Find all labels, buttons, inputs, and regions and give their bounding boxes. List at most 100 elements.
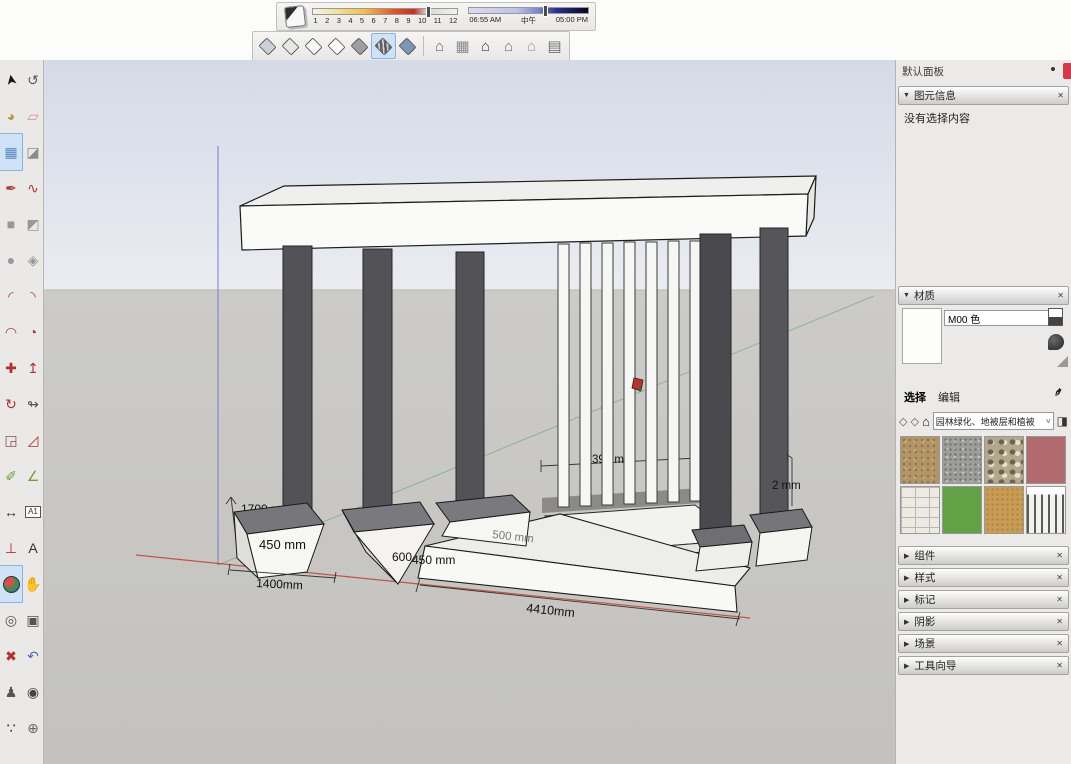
back-view-button[interactable]: ⌂ <box>520 34 543 58</box>
push-pull-tool[interactable]: ↥ <box>22 350 44 386</box>
protractor-tool[interactable]: ∠ <box>22 458 44 494</box>
section-shadows-close-icon[interactable]: ✕ <box>1056 617 1063 626</box>
paint-bucket-tool[interactable]: ◕ <box>0 98 22 134</box>
zoom-tool[interactable]: ◎ <box>0 602 22 638</box>
circle-tool[interactable]: ● <box>0 242 22 278</box>
tray-close-button[interactable] <box>1063 63 1071 79</box>
position-camera-tool[interactable]: ♟ <box>0 674 22 710</box>
nav-forward-icon[interactable]: ◇ <box>910 415 918 428</box>
section-plane-tool[interactable]: ⊕ <box>22 710 44 746</box>
front-view-button[interactable]: ⌂ <box>474 34 497 58</box>
footing-col4[interactable] <box>692 525 752 571</box>
details-arrow[interactable] <box>1057 356 1068 367</box>
time-gradient-strip[interactable] <box>468 7 589 14</box>
rectangle-tool[interactable]: ■ <box>0 206 22 242</box>
material-category-dropdown[interactable]: 园林绿化、地被层和植被 ˅ <box>933 412 1054 430</box>
pie-tool[interactable]: ◔ <box>22 314 44 350</box>
eraser-tool[interactable]: ▱ <box>22 98 44 134</box>
tray-pin-icon[interactable] <box>1051 67 1055 71</box>
section-styles-close-icon[interactable]: ✕ <box>1056 573 1063 582</box>
material-ochre[interactable] <box>984 486 1024 534</box>
zoom-window-tool[interactable]: ▣ <box>22 602 44 638</box>
text-tool[interactable]: A1 <box>22 494 44 530</box>
shadow-toggle-icon[interactable] <box>284 5 307 28</box>
move-tool[interactable]: ✚ <box>0 350 22 386</box>
material-rose[interactable] <box>1026 436 1066 484</box>
three-point-arc-tool[interactable]: ◠ <box>0 314 22 350</box>
section-tags[interactable]: ▶标记✕ <box>898 590 1069 609</box>
section-shadows[interactable]: ▶阴影✕ <box>898 612 1069 631</box>
monochrome-style-button[interactable] <box>396 34 419 58</box>
iso-view-button[interactable]: ⌂ <box>428 34 451 58</box>
section-instructor-close-icon[interactable]: ✕ <box>1056 661 1063 670</box>
tape-measure-tool[interactable]: ✐ <box>0 458 22 494</box>
viewport-3d[interactable]: 1700 mm 390 mm <box>44 60 895 764</box>
select-tool[interactable]: ➤ <box>0 62 22 98</box>
texture-paint-tool[interactable]: ▦ <box>0 134 22 170</box>
section-components[interactable]: ▶组件✕ <box>898 546 1069 565</box>
entity-info-close-icon[interactable]: ✕ <box>1057 91 1064 100</box>
pan-tool[interactable]: ✋ <box>22 566 44 602</box>
entity-info-header[interactable]: ▼ 图元信息 ✕ <box>898 86 1069 105</box>
rotated-rectangle-tool[interactable]: ◩ <box>22 206 44 242</box>
shadow-date-slider[interactable]: 123456789101112 <box>312 8 458 25</box>
offset-tool[interactable]: ◲ <box>0 422 22 458</box>
right-view-button[interactable]: ⌂ <box>497 34 520 58</box>
section-tags-close-icon[interactable]: ✕ <box>1056 595 1063 604</box>
home-icon[interactable]: ⌂ <box>922 414 930 429</box>
date-gradient-strip[interactable] <box>312 8 458 15</box>
details-pane-icon[interactable]: ◨ <box>1057 414 1068 428</box>
section-scenes[interactable]: ▶场景✕ <box>898 634 1069 653</box>
wireframe-style-button[interactable] <box>302 34 325 58</box>
material-gravel-tan[interactable] <box>900 436 940 484</box>
freehand-tool[interactable]: ∿ <box>22 170 44 206</box>
sample-paint-icon[interactable] <box>1048 334 1064 350</box>
section-instructor[interactable]: ▶工具向导✕ <box>898 656 1069 675</box>
line-tool[interactable]: ✒ <box>0 170 22 206</box>
rotate-tool[interactable]: ↻ <box>0 386 22 422</box>
shadow-time-slider[interactable]: 06:55 AM 中午 05:00 PM <box>468 7 589 26</box>
follow-me-tool[interactable]: ↬ <box>22 386 44 422</box>
tab-edit[interactable]: 编辑 <box>938 389 960 405</box>
eyedropper-icon[interactable]: ✒ <box>1048 383 1067 401</box>
create-material-button[interactable] <box>1048 308 1063 326</box>
walk-tool[interactable]: ∵ <box>0 710 22 746</box>
tab-select[interactable]: 选择 <box>904 389 926 405</box>
left-view-button[interactable]: ▤ <box>543 34 566 58</box>
hidden-line-style-button[interactable] <box>325 34 348 58</box>
arc-tool[interactable]: ◜ <box>0 278 22 314</box>
date-slider-handle[interactable] <box>426 6 431 18</box>
xray-style-button[interactable] <box>256 34 279 58</box>
material-gravel-grey[interactable] <box>942 436 982 484</box>
time-slider-handle[interactable] <box>543 5 548 17</box>
material-pebbles[interactable] <box>984 436 1024 484</box>
material-grass-green[interactable] <box>942 486 982 534</box>
material-name-field[interactable] <box>944 310 1062 326</box>
nav-back-icon[interactable]: ◇ <box>899 415 907 428</box>
lasso-tool[interactable]: ↺ <box>22 62 44 98</box>
previous-view-tool[interactable]: ↶ <box>22 638 44 674</box>
shaded-style-button[interactable] <box>348 34 371 58</box>
model-canvas[interactable]: 1700 mm 390 mm <box>44 60 895 764</box>
top-view-button[interactable]: ▦ <box>451 34 474 58</box>
zoom-extents-tool[interactable]: ✖ <box>0 638 22 674</box>
section-styles[interactable]: ▶样式✕ <box>898 568 1069 587</box>
section-components-close-icon[interactable]: ✕ <box>1056 551 1063 560</box>
orbit-tool[interactable] <box>0 566 22 602</box>
materials-close-icon[interactable]: ✕ <box>1057 291 1064 300</box>
look-around-tool[interactable]: ◉ <box>22 674 44 710</box>
scale-tool[interactable]: ◿ <box>22 422 44 458</box>
shaded-textures-style-button[interactable] <box>371 33 396 59</box>
back-edges-style-button[interactable] <box>279 34 302 58</box>
polygon-tool[interactable]: ◈ <box>22 242 44 278</box>
materials-header[interactable]: ▼ 材质 ✕ <box>898 286 1069 305</box>
footing-right[interactable] <box>750 509 812 566</box>
material-pavers[interactable] <box>900 486 940 534</box>
section-scenes-close-icon[interactable]: ✕ <box>1056 639 1063 648</box>
3d-text-tool[interactable]: A <box>22 530 44 566</box>
two-point-arc-tool[interactable]: ◝ <box>22 278 44 314</box>
dimension-tool[interactable]: ↔ <box>0 494 22 530</box>
material-white-fence[interactable] <box>1026 486 1066 534</box>
axes-tool[interactable]: ⊥ <box>0 530 22 566</box>
soften-edges-tool[interactable]: ◪ <box>22 134 44 170</box>
